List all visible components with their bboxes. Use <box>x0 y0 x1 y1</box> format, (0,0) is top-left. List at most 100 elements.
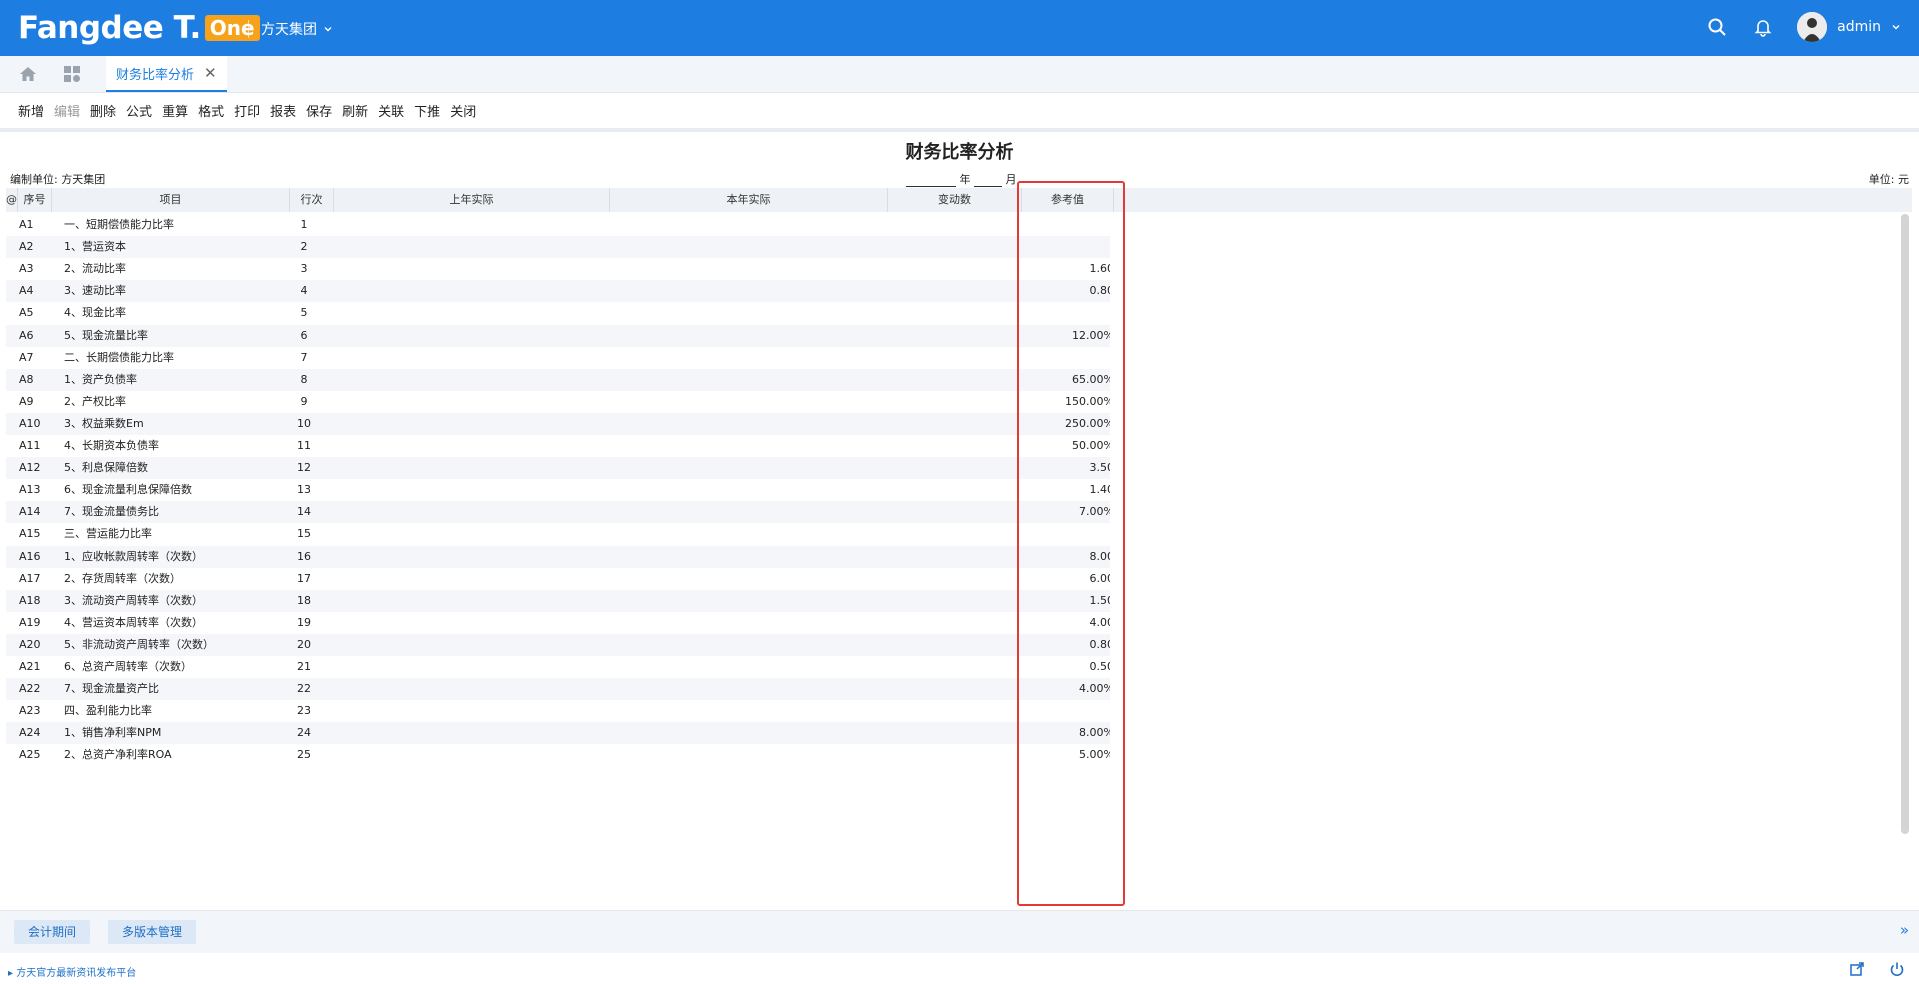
table-row[interactable]: A24 1、销售净利率NPM 24 8.00% <box>6 722 1110 745</box>
app-logo[interactable]: Fangdee T. One <box>18 10 260 46</box>
table-row[interactable]: A23 四、盈利能力比率 23 <box>6 700 1110 722</box>
seq-cell: A4 <box>19 284 34 298</box>
reference-cell: 12.00% <box>1072 328 1110 342</box>
reference-cell: 3.50 <box>1089 461 1111 475</box>
reference-cell: 1.40 <box>1089 483 1111 497</box>
table-row[interactable]: A17 2、存货周转率（次数） 17 6.00 <box>6 568 1110 590</box>
table-body: A1 一、短期偿债能力比率 1 A2 1、营运资本 2 A3 2、流动比率 3 1.60 A4 3、速… <box>6 214 1110 896</box>
item-cell: 二、长期偿债能力比率 <box>64 350 174 364</box>
item-cell: 四、盈利能力比率 <box>64 704 152 718</box>
table-row[interactable]: A2 1、营运资本 2 <box>6 236 1110 259</box>
accounting-period-button[interactable]: 会计期间 <box>14 920 91 944</box>
seq-cell: A11 <box>19 439 41 452</box>
table-row[interactable]: A13 6、现金流量利息保障倍数 13 1.40 <box>6 479 1110 501</box>
close-icon[interactable]: ✕ <box>204 64 217 82</box>
top-header-bar: Fangdee T. One 方天集团 admin <box>0 0 1919 56</box>
table-row[interactable]: A15 三、营运能力比率 15 <box>6 523 1110 545</box>
format-button[interactable]: 格式 <box>198 101 224 120</box>
table-row[interactable]: A12 5、利息保障倍数 12 3.50 <box>6 457 1111 480</box>
seq-cell: A3 <box>19 262 34 276</box>
line-cell: 24 <box>297 726 311 740</box>
table-row[interactable]: A10 3、权益乘数Em 10 250.00% <box>6 412 1110 435</box>
table-row[interactable]: A7 二、长期偿债能力比率 7 <box>6 347 1110 369</box>
table-row[interactable]: A6 5、现金流量比率 6 12.00% <box>6 324 1110 347</box>
home-icon[interactable] <box>18 64 38 88</box>
seq-cell: A23 <box>19 704 41 718</box>
tab-financial-ratio-analysis[interactable]: 财务比率分析 ✕ <box>106 56 227 92</box>
line-cell: 20 <box>297 637 311 651</box>
table-row[interactable]: A22 7、现金流量资产比 22 4.00% <box>6 678 1110 701</box>
seq-cell: A1 <box>19 218 34 231</box>
push-down-button[interactable]: 下推 <box>414 101 440 120</box>
item-cell: 6、现金流量利息保障倍数 <box>64 483 192 497</box>
table-row[interactable]: A19 4、营运资本周转率（次数） 19 4.00 <box>6 612 1110 634</box>
table-row[interactable]: A9 2、产权比率 9 150.00% <box>6 391 1110 413</box>
recalculate-button[interactable]: 重算 <box>162 101 188 120</box>
table-row[interactable]: A16 1、应收帐款周转率（次数） 16 8.00 <box>6 545 1110 568</box>
org-label: 编制单位: 方天集团 <box>10 173 106 186</box>
table-row[interactable]: A11 4、长期资本负债率 11 50.00% <box>6 435 1110 457</box>
app-grid-icon[interactable] <box>62 64 82 88</box>
header-divider <box>248 20 249 38</box>
seq-cell: A13 <box>19 483 41 497</box>
table-row[interactable]: A3 2、流动比率 3 1.60 <box>6 258 1110 280</box>
line-cell: 3 <box>300 262 308 276</box>
item-cell: 1、营运资本 <box>64 240 126 254</box>
delete-button[interactable]: 删除 <box>90 101 116 120</box>
table-row[interactable]: A18 3、流动资产周转率（次数） 18 1.50 <box>6 589 1110 612</box>
item-cell: 3、权益乘数Em <box>64 416 144 430</box>
table-row[interactable]: A1 一、短期偿债能力比率 1 <box>6 214 1110 236</box>
search-icon[interactable] <box>1705 15 1729 39</box>
formula-button[interactable]: 公式 <box>126 101 152 120</box>
line-cell: 5 <box>300 306 308 320</box>
org-switcher[interactable]: 方天集团 <box>261 19 333 39</box>
bell-icon[interactable] <box>1751 15 1775 39</box>
line-cell: 4 <box>300 284 308 298</box>
link-button[interactable]: 关联 <box>378 101 404 120</box>
share-icon[interactable] <box>1849 961 1865 980</box>
item-cell: 3、流动资产周转率（次数） <box>64 593 203 607</box>
bottom-bar: 会计期间 多版本管理 » <box>0 910 1919 953</box>
line-cell: 15 <box>297 527 311 541</box>
power-icon[interactable] <box>1889 961 1905 980</box>
line-cell: 17 <box>297 571 311 585</box>
line-cell: 14 <box>297 505 311 519</box>
reference-cell: 50.00% <box>1072 439 1110 452</box>
user-menu[interactable]: admin <box>1797 12 1901 42</box>
col-reference: 参考值 <box>1022 188 1114 212</box>
item-cell: 2、总资产净利率ROA <box>64 748 172 762</box>
save-button[interactable]: 保存 <box>306 101 332 120</box>
seq-cell: A16 <box>19 549 41 563</box>
table-row[interactable]: A25 2、总资产净利率ROA 25 5.00% <box>6 744 1110 766</box>
table-row[interactable]: A14 7、现金流量债务比 14 7.00% <box>6 501 1110 524</box>
seq-cell: A25 <box>19 748 41 762</box>
table-row[interactable]: A20 5、非流动资产周转率（次数） 20 0.80 <box>6 633 1110 656</box>
news-link[interactable]: ▸ 方天官方最新资讯发布平台 <box>8 964 136 979</box>
line-cell: 23 <box>297 704 311 718</box>
footer: ▸ 方天官方最新资讯发布平台 <box>0 956 1919 984</box>
refresh-button[interactable]: 刷新 <box>342 101 368 120</box>
double-chevron-right-icon[interactable]: » <box>1900 921 1909 939</box>
vertical-scrollbar[interactable] <box>1901 214 1909 834</box>
new-button[interactable]: 新增 <box>18 101 44 120</box>
report-button[interactable]: 报表 <box>270 101 296 120</box>
item-cell: 4、营运资本周转率（次数） <box>64 615 203 629</box>
table-row[interactable]: A4 3、速动比率 4 0.80 <box>6 280 1110 303</box>
print-button[interactable]: 打印 <box>234 101 260 120</box>
caret-right-icon: ▸ <box>8 968 14 979</box>
reference-cell: 4.00 <box>1089 615 1111 629</box>
line-cell: 9 <box>300 394 308 408</box>
table-row[interactable]: A5 4、现金比率 5 <box>6 302 1110 324</box>
year-label: 年 <box>959 173 971 186</box>
tab-label: 财务比率分析 <box>116 67 195 83</box>
logo-text: Fangdee T. <box>18 10 201 46</box>
edit-button[interactable]: 编辑 <box>54 101 80 120</box>
version-management-button[interactable]: 多版本管理 <box>108 920 197 944</box>
seq-cell: A6 <box>19 328 34 342</box>
line-cell: 1 <box>300 218 308 231</box>
close-button[interactable]: 关闭 <box>450 101 476 120</box>
table-row[interactable]: A8 1、资产负债率 8 65.00% <box>6 368 1110 391</box>
seq-cell: A21 <box>19 660 41 673</box>
item-cell: 1、销售净利率NPM <box>64 726 162 740</box>
table-row[interactable]: A21 6、总资产周转率（次数） 21 0.50 <box>6 656 1110 678</box>
